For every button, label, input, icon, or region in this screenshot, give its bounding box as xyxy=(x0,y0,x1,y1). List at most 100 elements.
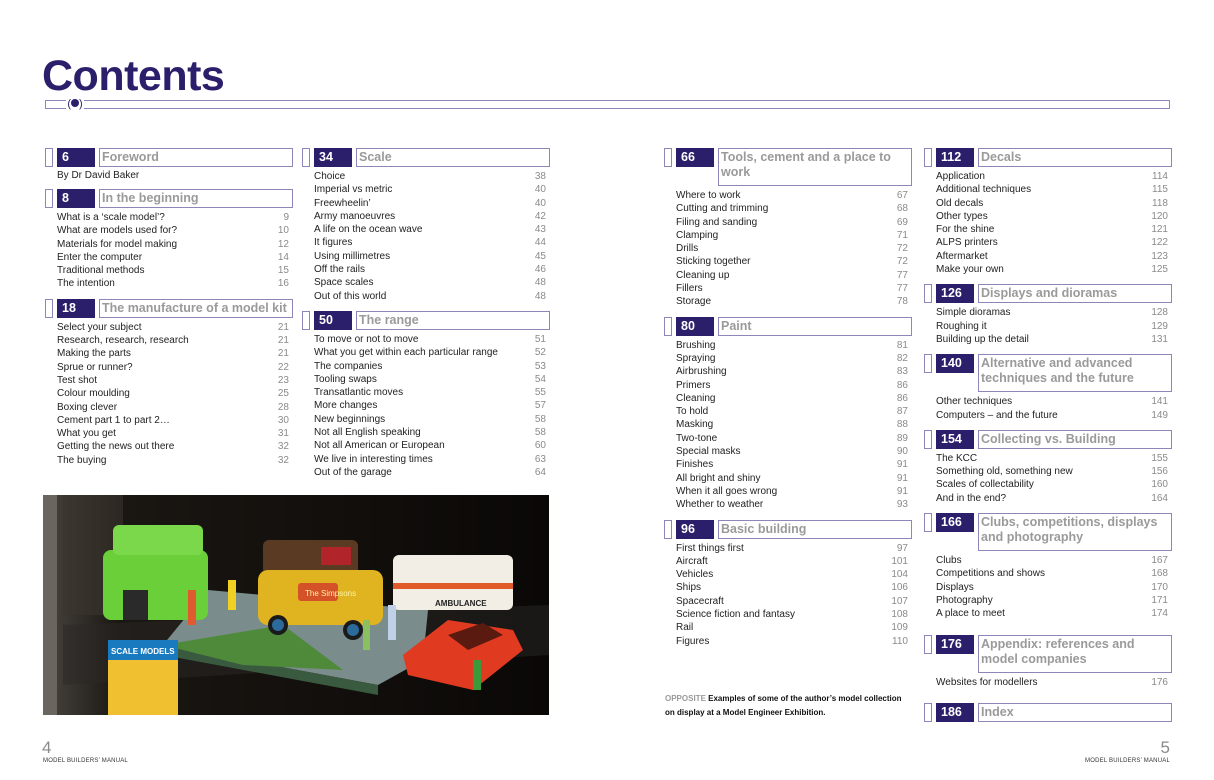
toc-entry[interactable]: Special masks 90 xyxy=(676,445,912,458)
toc-entry[interactable]: Whether to weather 93 xyxy=(676,498,912,511)
toc-entry[interactable]: Science fiction and fantasy 108 xyxy=(676,608,912,621)
toc-entry[interactable]: Clubs 167 xyxy=(936,554,1172,567)
toc-entry[interactable]: Out of this world 48 xyxy=(314,290,550,303)
toc-entry[interactable]: Making the parts 21 xyxy=(57,347,293,360)
section-header[interactable]: 80 Paint xyxy=(664,316,912,336)
toc-entry[interactable]: Clamping 71 xyxy=(676,229,912,242)
toc-entry[interactable]: First things first 97 xyxy=(676,542,912,555)
toc-entry[interactable]: Other techniques 141 xyxy=(936,395,1172,408)
toc-entry[interactable]: For the shine 121 xyxy=(936,223,1172,236)
toc-entry[interactable]: Colour moulding 25 xyxy=(57,387,293,400)
toc-entry[interactable]: Fillers 77 xyxy=(676,282,912,295)
toc-entry[interactable]: Application 114 xyxy=(936,170,1172,183)
toc-entry[interactable]: Imperial vs metric 40 xyxy=(314,183,550,196)
section-header[interactable]: 126 Displays and dioramas xyxy=(924,284,1172,304)
toc-entry[interactable]: Getting the news out there 32 xyxy=(57,440,293,453)
toc-entry[interactable]: Masking 88 xyxy=(676,418,912,431)
toc-entry[interactable]: Aftermarket 123 xyxy=(936,250,1172,263)
toc-entry[interactable]: Off the rails 46 xyxy=(314,263,550,276)
toc-entry[interactable]: Computers – and the future 149 xyxy=(936,409,1172,422)
toc-entry[interactable]: New beginnings 58 xyxy=(314,413,550,426)
toc-entry[interactable]: Not all English speaking 58 xyxy=(314,426,550,439)
toc-entry[interactable]: Old decals 118 xyxy=(936,197,1172,210)
toc-entry[interactable]: Vehicles 104 xyxy=(676,568,912,581)
toc-entry[interactable]: Primers 86 xyxy=(676,379,912,392)
toc-entry[interactable]: Websites for modellers 176 xyxy=(936,676,1172,689)
section-header[interactable]: 140 Alternative and advanced techniques a… xyxy=(924,354,1172,393)
toc-entry[interactable]: Roughing it 129 xyxy=(936,320,1172,333)
toc-entry[interactable]: Airbrushing 83 xyxy=(676,365,912,378)
toc-entry[interactable]: Competitions and shows 168 xyxy=(936,567,1172,580)
toc-entry[interactable]: Something old, something new 156 xyxy=(936,465,1172,478)
toc-entry[interactable]: Enter the computer 14 xyxy=(57,251,293,264)
toc-entry[interactable]: Cleaning up 77 xyxy=(676,269,912,282)
toc-entry[interactable]: The companies 53 xyxy=(314,360,550,373)
section-header[interactable]: 166 Clubs, competitions, displays and pho… xyxy=(924,513,1172,552)
toc-entry[interactable]: Additional techniques 115 xyxy=(936,183,1172,196)
toc-entry[interactable]: Sprue or runner? 22 xyxy=(57,361,293,374)
toc-entry[interactable]: The KCC 155 xyxy=(936,452,1172,465)
toc-entry[interactable]: Using millimetres 45 xyxy=(314,250,550,263)
toc-entry[interactable]: Filing and sanding 69 xyxy=(676,216,912,229)
section-header[interactable]: 154 Collecting vs. Building xyxy=(924,429,1172,449)
section-header[interactable]: 176 Appendix: references and model compan… xyxy=(924,634,1172,673)
toc-entry[interactable]: The buying 32 xyxy=(57,454,293,467)
toc-entry[interactable]: What is a ‘scale model’? 9 xyxy=(57,211,293,224)
toc-entry[interactable]: Figures 110 xyxy=(676,635,912,648)
toc-entry[interactable]: A life on the ocean wave 43 xyxy=(314,223,550,236)
toc-entry[interactable]: Building up the detail 131 xyxy=(936,333,1172,346)
toc-entry[interactable]: And in the end? 164 xyxy=(936,492,1172,505)
toc-entry[interactable]: Finishes 91 xyxy=(676,458,912,471)
section-header[interactable]: 112 Decals xyxy=(924,148,1172,167)
toc-entry[interactable]: Cleaning 86 xyxy=(676,392,912,405)
toc-entry[interactable]: Space scales 48 xyxy=(314,276,550,289)
toc-entry[interactable]: When it all goes wrong 91 xyxy=(676,485,912,498)
toc-entry[interactable]: Test shot 23 xyxy=(57,374,293,387)
toc-entry[interactable]: A place to meet 174 xyxy=(936,607,1172,620)
section-header[interactable]: 96 Basic building xyxy=(664,519,912,539)
toc-entry[interactable]: What you get within each particular rang… xyxy=(314,346,550,359)
toc-entry[interactable]: To move or not to move 51 xyxy=(314,333,550,346)
toc-entry[interactable]: Materials for model making 12 xyxy=(57,238,293,251)
toc-entry[interactable]: Brushing 81 xyxy=(676,339,912,352)
toc-entry[interactable]: Traditional methods 15 xyxy=(57,264,293,277)
toc-entry[interactable]: Aircraft 101 xyxy=(676,555,912,568)
toc-entry[interactable]: We live in interesting times 63 xyxy=(314,453,550,466)
toc-entry[interactable]: It figures 44 xyxy=(314,236,550,249)
toc-entry[interactable]: ALPS printers 122 xyxy=(936,236,1172,249)
toc-entry[interactable]: Cement part 1 to part 2… 30 xyxy=(57,414,293,427)
section-header[interactable]: 34 Scale xyxy=(302,148,550,167)
section-header[interactable]: 50 The range xyxy=(302,310,550,330)
toc-entry[interactable]: Cutting and trimming 68 xyxy=(676,202,912,215)
section-header[interactable]: 186 Index xyxy=(924,702,1172,722)
toc-entry[interactable]: Make your own 125 xyxy=(936,263,1172,276)
toc-entry[interactable]: To hold 87 xyxy=(676,405,912,418)
toc-entry[interactable]: Where to work 67 xyxy=(676,189,912,202)
toc-entry[interactable]: Rail 109 xyxy=(676,621,912,634)
toc-entry[interactable]: Tooling swaps 54 xyxy=(314,373,550,386)
toc-entry[interactable]: Ships 106 xyxy=(676,581,912,594)
section-header[interactable]: 18 The manufacture of a model kit xyxy=(45,298,293,318)
toc-entry[interactable]: Transatlantic moves 55 xyxy=(314,386,550,399)
toc-entry[interactable]: Army manoeuvres 42 xyxy=(314,210,550,223)
toc-entry[interactable]: Sticking together 72 xyxy=(676,255,912,268)
section-header[interactable]: 8 In the beginning xyxy=(45,189,293,208)
toc-entry[interactable]: Photography 171 xyxy=(936,594,1172,607)
toc-entry[interactable]: Select your subject 21 xyxy=(57,321,293,334)
toc-entry[interactable]: Scales of collectability 160 xyxy=(936,478,1172,491)
section-header[interactable]: 66 Tools, cement and a place to work xyxy=(664,148,912,186)
toc-entry[interactable]: Research, research, research 21 xyxy=(57,334,293,347)
toc-entry[interactable]: Not all American or European 60 xyxy=(314,439,550,452)
toc-entry[interactable]: Other types 120 xyxy=(936,210,1172,223)
toc-entry[interactable]: What you get 31 xyxy=(57,427,293,440)
toc-entry[interactable]: Boxing clever 28 xyxy=(57,401,293,414)
toc-entry[interactable]: Choice 38 xyxy=(314,170,550,183)
section-header[interactable]: 6 Foreword xyxy=(45,148,293,167)
toc-entry[interactable]: Out of the garage 64 xyxy=(314,466,550,479)
toc-entry[interactable]: The intention 16 xyxy=(57,277,293,290)
toc-entry[interactable]: Displays 170 xyxy=(936,581,1172,594)
toc-entry[interactable]: All bright and shiny 91 xyxy=(676,472,912,485)
toc-entry[interactable]: Drills 72 xyxy=(676,242,912,255)
toc-entry[interactable]: Simple dioramas 128 xyxy=(936,306,1172,319)
toc-entry[interactable]: Freewheelin’ 40 xyxy=(314,197,550,210)
